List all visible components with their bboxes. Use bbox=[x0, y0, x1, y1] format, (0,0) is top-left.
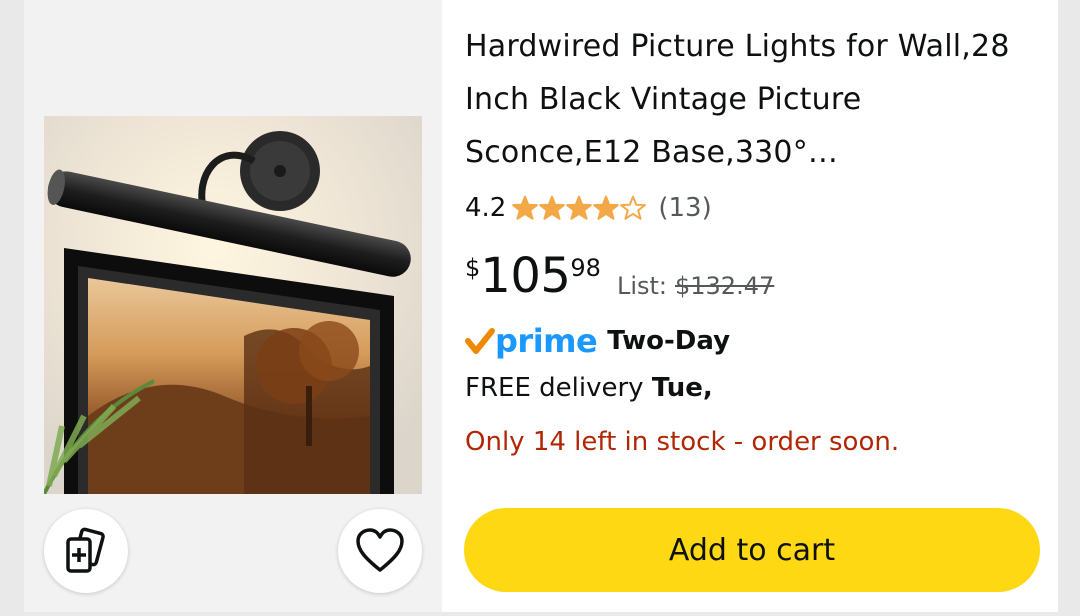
delivery-day: Tue, bbox=[651, 373, 713, 403]
price-whole: 105 bbox=[480, 248, 571, 304]
compare-button[interactable] bbox=[44, 509, 128, 593]
rating-count[interactable]: (13) bbox=[658, 193, 711, 223]
star-filled-icon bbox=[593, 195, 620, 220]
star-filled-icon bbox=[512, 195, 539, 220]
star-filled-icon bbox=[539, 195, 566, 220]
add-to-cart-button[interactable]: Add to cart bbox=[464, 508, 1040, 592]
prime-service: Two-Day bbox=[607, 326, 731, 356]
prime-check-icon bbox=[465, 328, 495, 354]
prime-badge: prime Two-Day bbox=[465, 318, 730, 364]
rating-value: 4.2 bbox=[465, 193, 507, 223]
product-image[interactable] bbox=[44, 116, 422, 494]
price: $ 105 98 List: $132.47 bbox=[465, 248, 774, 308]
compare-cards-icon bbox=[66, 527, 105, 573]
wishlist-button[interactable] bbox=[338, 509, 422, 593]
rating-row[interactable]: 4.2 (13) bbox=[465, 188, 712, 228]
price-fraction: 98 bbox=[570, 254, 601, 282]
delivery-info: FREE delivery Tue, bbox=[465, 373, 713, 403]
product-title[interactable]: Hardwired Picture Lights for Wall,28 Inc… bbox=[465, 20, 1045, 179]
prime-logo-text: prime bbox=[495, 322, 598, 360]
list-price-label: List: bbox=[616, 272, 667, 300]
heart-icon bbox=[356, 528, 404, 572]
star-empty-icon bbox=[620, 195, 647, 220]
picture-light-product-image bbox=[44, 116, 422, 494]
star-filled-icon bbox=[566, 195, 593, 220]
star-rating bbox=[512, 195, 647, 221]
stock-warning: Only 14 left in stock - order soon. bbox=[465, 427, 900, 457]
delivery-prefix: FREE delivery bbox=[465, 373, 652, 403]
list-price: $132.47 bbox=[675, 272, 775, 300]
price-currency: $ bbox=[465, 254, 481, 282]
